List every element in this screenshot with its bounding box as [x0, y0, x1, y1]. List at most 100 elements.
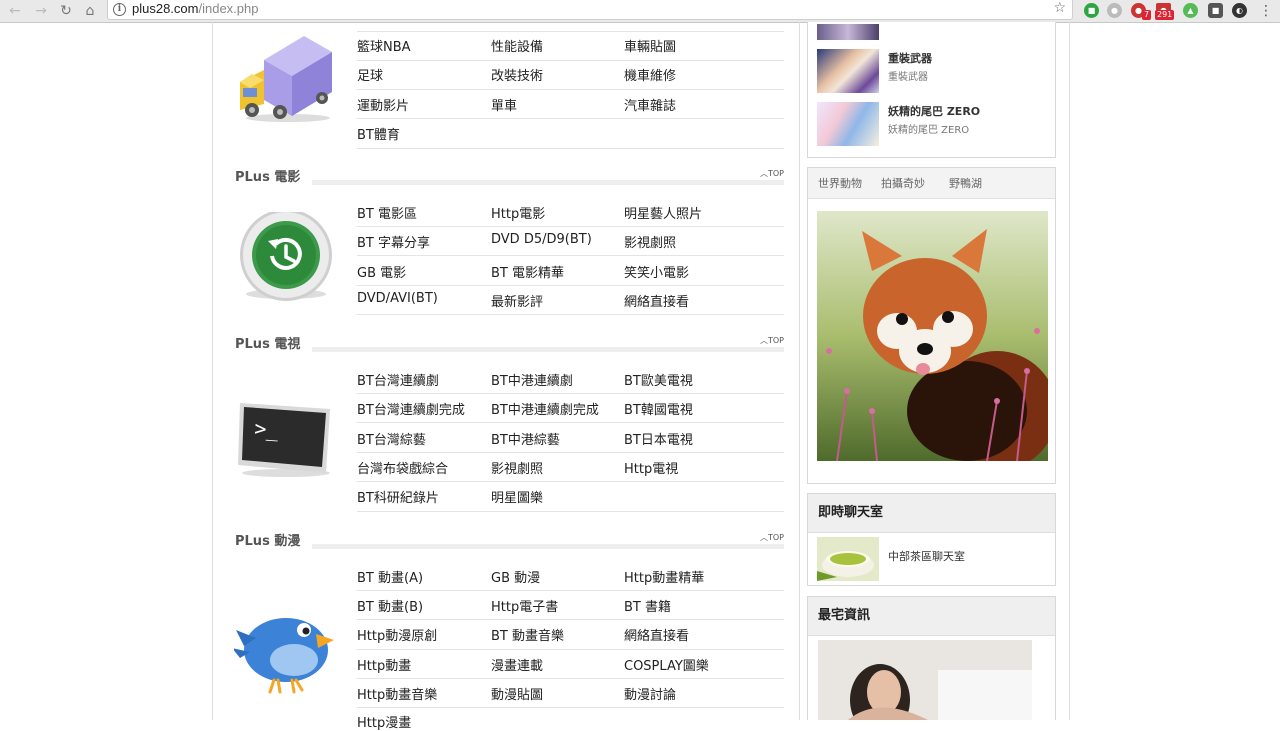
row-divider [357, 619, 784, 620]
forum-link[interactable]: 動漫討論 [624, 684, 676, 703]
forum-link[interactable]: DVD/AVI(BT) [357, 291, 438, 306]
forum-link[interactable]: 明星圖樂 [491, 487, 543, 506]
extension-badge: 291 [1155, 10, 1175, 20]
forum-link[interactable]: BT中港連續劇完成 [491, 399, 599, 418]
forum-link[interactable]: 台灣布袋戲綜合 [357, 458, 448, 477]
chat-panel-title: 即時聊天室 [808, 494, 1055, 533]
forum-link[interactable]: BT台灣連續劇完成 [357, 399, 465, 418]
forum-link[interactable]: BT 字幕分享 [357, 232, 430, 251]
anime-thumbnail[interactable] [817, 49, 879, 93]
forum-link[interactable]: BT 動畫(A) [357, 567, 423, 586]
forum-link[interactable]: GB 動漫 [491, 567, 540, 586]
tea-cup-thumbnail[interactable] [817, 537, 879, 581]
news-photo[interactable] [818, 640, 1032, 731]
anime-item-title[interactable]: 妖精的尾巴 ZERO [888, 103, 980, 119]
forum-link[interactable]: COSPLAY圖樂 [624, 655, 709, 674]
section-divider [312, 347, 784, 352]
extension-icon[interactable]: ■ [1084, 3, 1099, 18]
forum-link[interactable]: 單車 [491, 95, 517, 114]
menu-icon[interactable]: ⋮ [1257, 2, 1275, 20]
forum-link[interactable]: BT體育 [357, 124, 400, 143]
forum-link[interactable]: BT 電影精華 [491, 262, 564, 281]
info-icon[interactable]: i [113, 3, 126, 16]
forum-link[interactable]: GB 電影 [357, 262, 406, 281]
anime-item-title[interactable]: 重裝武器 [888, 50, 932, 66]
forum-link[interactable]: BT科研紀錄片 [357, 487, 439, 506]
extension-icon[interactable]: ▲ [1183, 3, 1198, 18]
forum-link[interactable]: 性能設備 [491, 36, 543, 55]
extension-icon[interactable]: ◐ [1232, 3, 1247, 18]
back-to-top-link[interactable]: ︿TOP [760, 532, 784, 543]
terminal-icon: >_ [236, 395, 336, 483]
tab-wild-duck-lake[interactable]: 野鴨湖 [949, 175, 982, 191]
red-panda-photo[interactable] [817, 211, 1057, 471]
forum-link[interactable]: 運動影片 [357, 95, 409, 114]
reload-icon[interactable]: ↻ [57, 2, 75, 20]
forum-link[interactable]: BT韓國電視 [624, 399, 693, 418]
forum-link[interactable]: 笑笑小電影 [624, 262, 689, 281]
browser-toolbar: ← → ↻ ⌂ i plus28.com/index.php ☆ ■ ● ● 7… [0, 0, 1280, 23]
forum-link[interactable]: Http動畫精華 [624, 567, 704, 586]
anime-thumbnail[interactable] [817, 102, 879, 146]
forum-link[interactable]: 網絡直接看 [624, 625, 689, 644]
forum-link[interactable]: Http動畫 [357, 655, 411, 674]
back-to-top-link[interactable]: ︿TOP [760, 335, 784, 346]
forum-link[interactable]: 漫畫連載 [491, 655, 543, 674]
row-divider [357, 481, 784, 482]
forum-link[interactable]: BT 動畫音樂 [491, 625, 564, 644]
forum-link[interactable]: 車輛貼圖 [624, 36, 676, 55]
forum-link[interactable]: Http電子書 [491, 596, 558, 615]
home-icon[interactable]: ⌂ [81, 2, 99, 20]
forum-link[interactable]: BT中港連續劇 [491, 370, 573, 389]
tab-world-animals[interactable]: 世界動物 [818, 175, 862, 191]
forum-link[interactable]: BT台灣綜藝 [357, 429, 426, 448]
address-bar[interactable]: i plus28.com/index.php ☆ [107, 0, 1073, 20]
forum-link[interactable]: 最新影評 [491, 291, 543, 310]
forum-link[interactable]: BT 動畫(B) [357, 596, 423, 615]
tab-amazing-shots[interactable]: 拍攝奇妙 [881, 175, 925, 191]
forum-link[interactable]: DVD D5/D9(BT) [491, 232, 592, 247]
section-title-movie: PLus 電影 [235, 170, 301, 185]
forum-link[interactable]: 機車維修 [624, 65, 676, 84]
forum-link[interactable]: 明星藝人照片 [624, 203, 702, 222]
forum-link[interactable]: 改裝技術 [491, 65, 543, 84]
row-divider [357, 60, 784, 61]
twitter-bird-icon [232, 600, 340, 700]
row-divider [357, 226, 784, 227]
forum-link[interactable]: Http電影 [491, 203, 545, 222]
url-path: /index.php [198, 1, 259, 16]
forum-link[interactable]: BT歐美電視 [624, 370, 693, 389]
forum-link[interactable]: 動漫貼圖 [491, 684, 543, 703]
back-to-top-link[interactable]: ︿TOP [760, 168, 784, 179]
forum-link[interactable]: BT中港綜藝 [491, 429, 560, 448]
chat-room-link[interactable]: 中部茶區聊天室 [888, 548, 965, 564]
back-icon[interactable]: ← [6, 2, 24, 20]
forum-link[interactable]: Http動畫音樂 [357, 684, 437, 703]
bookmark-star-icon[interactable]: ☆ [1053, 0, 1066, 16]
anime-thumbnail[interactable] [817, 24, 879, 40]
extension-icon[interactable]: ● [1107, 3, 1122, 18]
forum-link[interactable]: BT日本電視 [624, 429, 693, 448]
forum-link[interactable]: BT台灣連續劇 [357, 370, 439, 389]
forum-link[interactable]: 影視劇照 [491, 458, 543, 477]
forum-link[interactable]: Http動漫原創 [357, 625, 437, 644]
forum-link[interactable]: 汽車雜誌 [624, 95, 676, 114]
row-divider [357, 452, 784, 453]
forum-link[interactable]: Http電視 [624, 458, 678, 477]
forward-icon[interactable]: → [32, 2, 50, 20]
url-host: plus28.com [132, 1, 199, 16]
forum-link[interactable]: Http漫畫 [357, 712, 411, 731]
url-text[interactable]: plus28.com/index.php [132, 1, 258, 16]
forum-link[interactable]: BT 書籍 [624, 596, 671, 615]
time-machine-icon [238, 209, 334, 306]
forum-link[interactable]: 網絡直接看 [624, 291, 689, 310]
forum-link[interactable]: 影視劇照 [624, 232, 676, 251]
forum-link[interactable]: 足球 [357, 65, 383, 84]
extension-icon[interactable]: ■ [1208, 3, 1223, 18]
row-divider [357, 148, 784, 149]
extension-badge: 7 [1142, 10, 1152, 20]
row-divider [357, 393, 784, 394]
row-divider [357, 422, 784, 423]
forum-link[interactable]: BT 電影區 [357, 203, 417, 222]
forum-link[interactable]: 籃球NBA [357, 36, 411, 55]
